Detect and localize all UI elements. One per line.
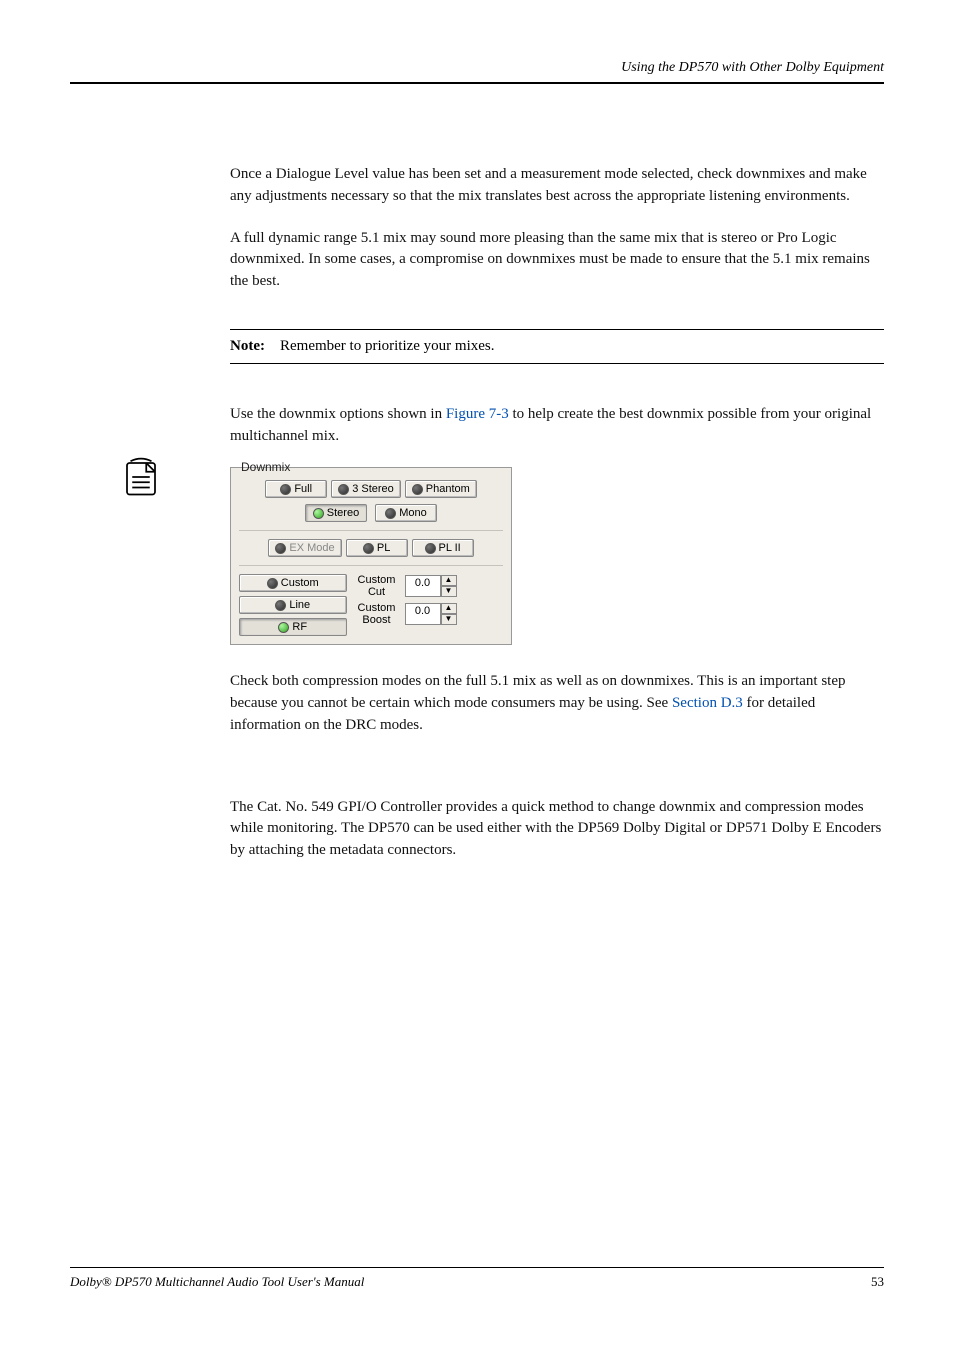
full-button[interactable]: Full xyxy=(265,480,327,498)
button-label: PL xyxy=(377,542,390,554)
custom-boost-row: Custom Boost 0.0 ▲ ▼ xyxy=(353,602,504,626)
note-icon-wrap xyxy=(120,456,180,503)
led-icon xyxy=(278,622,289,633)
note-block: Note: Remember to prioritize your mixes. xyxy=(230,329,884,364)
footer-rule xyxy=(70,1267,884,1268)
stepper-value: 0.0 xyxy=(405,575,441,597)
paragraph: Once a Dialogue Level value has been set… xyxy=(230,164,884,208)
panel-separator xyxy=(239,530,503,531)
button-label: Phantom xyxy=(426,483,470,495)
note-row: Note: Remember to prioritize your mixes. xyxy=(230,330,884,363)
led-icon xyxy=(385,508,396,519)
downmix-row-3: EX Mode PL PL II xyxy=(239,539,503,557)
led-icon xyxy=(425,543,436,554)
button-label: Line xyxy=(289,599,310,611)
led-icon xyxy=(338,484,349,495)
button-label: Full xyxy=(294,483,312,495)
custom-cut-row: Custom Cut 0.0 ▲ ▼ xyxy=(353,574,504,598)
custom-button[interactable]: Custom xyxy=(239,574,347,592)
panel-separator xyxy=(239,565,503,566)
led-icon xyxy=(363,543,374,554)
footer-title: Dolby® DP570 Multichannel Audio Tool Use… xyxy=(70,1274,364,1290)
running-head: Using the DP570 with Other Dolby Equipme… xyxy=(70,60,884,76)
panel-inner: Full 3 Stereo Phantom xyxy=(231,468,511,644)
mono-button[interactable]: Mono xyxy=(375,504,437,522)
figure-reference-link[interactable]: Figure 7-3 xyxy=(446,406,509,422)
pl-button[interactable]: PL xyxy=(346,539,408,557)
footer-row: Dolby® DP570 Multichannel Audio Tool Use… xyxy=(70,1274,884,1290)
three-stereo-button[interactable]: 3 Stereo xyxy=(331,480,401,498)
label-line: Cut xyxy=(368,586,385,598)
stepper-up-icon[interactable]: ▲ xyxy=(441,603,457,614)
stepper-label: Custom Cut xyxy=(353,574,401,598)
led-icon xyxy=(412,484,423,495)
label-line: Custom xyxy=(358,602,396,614)
led-icon xyxy=(275,600,286,611)
pl2-button[interactable]: PL II xyxy=(412,539,474,557)
button-label: EX Mode xyxy=(289,542,334,554)
led-icon xyxy=(275,543,286,554)
button-label: RF xyxy=(292,621,307,633)
paragraph: A full dynamic range 5.1 mix may sound m… xyxy=(230,228,884,293)
text-run: downmixed. In some cases, a compromise o… xyxy=(230,251,870,289)
label-line: Custom xyxy=(358,574,396,586)
downmix-row-1: Full 3 Stereo Phantom xyxy=(239,480,503,498)
button-label: Custom xyxy=(281,577,319,589)
body-content: Once a Dialogue Level value has been set… xyxy=(230,164,884,862)
stepper-down-icon[interactable]: ▼ xyxy=(441,586,457,597)
led-icon xyxy=(313,508,324,519)
figure-wrap: Downmix Full 3 Stereo Phant xyxy=(230,467,884,645)
section-reference-link[interactable]: Section D.3 xyxy=(672,695,743,711)
custom-cut-stepper[interactable]: 0.0 ▲ ▼ xyxy=(405,575,457,597)
rf-button[interactable]: RF xyxy=(239,618,347,636)
label-line: Boost xyxy=(362,614,390,626)
ex-mode-button[interactable]: EX Mode xyxy=(268,539,341,557)
note-icon xyxy=(120,456,162,498)
line-button[interactable]: Line xyxy=(239,596,347,614)
downmix-row-2: Stereo Mono xyxy=(239,504,503,522)
paragraph: The Cat. No. 549 GPI/O Controller provid… xyxy=(230,797,884,862)
paragraph: Check both compression modes on the full… xyxy=(230,671,884,736)
text-run: Use the downmix options shown in xyxy=(230,406,446,422)
page-footer: Dolby® DP570 Multichannel Audio Tool Use… xyxy=(70,1267,884,1290)
led-icon xyxy=(267,578,278,589)
header-rule xyxy=(70,82,884,84)
stereo-button[interactable]: Stereo xyxy=(305,504,367,522)
note-rule-bottom xyxy=(230,363,884,364)
stepper-label: Custom Boost xyxy=(353,602,401,626)
button-label: Stereo xyxy=(327,507,359,519)
stepper-buttons: ▲ ▼ xyxy=(441,575,457,597)
custom-boost-stepper[interactable]: 0.0 ▲ ▼ xyxy=(405,603,457,625)
button-label: PL II xyxy=(439,542,461,554)
note-text: Remember to prioritize your mixes. xyxy=(280,338,495,354)
stepper-up-icon[interactable]: ▲ xyxy=(441,575,457,586)
stepper-down-icon[interactable]: ▼ xyxy=(441,614,457,625)
page: Using the DP570 with Other Dolby Equipme… xyxy=(0,0,954,1350)
downmix-panel: Downmix Full 3 Stereo Phant xyxy=(230,467,512,645)
led-icon xyxy=(280,484,291,495)
stepper-buttons: ▲ ▼ xyxy=(441,603,457,625)
panel-legend: Downmix xyxy=(241,460,290,474)
page-number: 53 xyxy=(871,1274,884,1290)
downmix-left-col: Custom Line RF xyxy=(239,574,347,636)
text-run: A full dynamic range 5.1 mix may sound m… xyxy=(230,230,837,246)
button-label: Mono xyxy=(399,507,427,519)
stepper-value: 0.0 xyxy=(405,603,441,625)
paragraph: Use the downmix options shown in Figure … xyxy=(230,404,884,448)
note-label: Note: xyxy=(230,338,265,354)
phantom-button[interactable]: Phantom xyxy=(405,480,477,498)
downmix-right-col: Custom Cut 0.0 ▲ ▼ xyxy=(353,574,504,626)
downmix-lower-grid: Custom Line RF xyxy=(239,574,503,636)
button-label: 3 Stereo xyxy=(352,483,394,495)
